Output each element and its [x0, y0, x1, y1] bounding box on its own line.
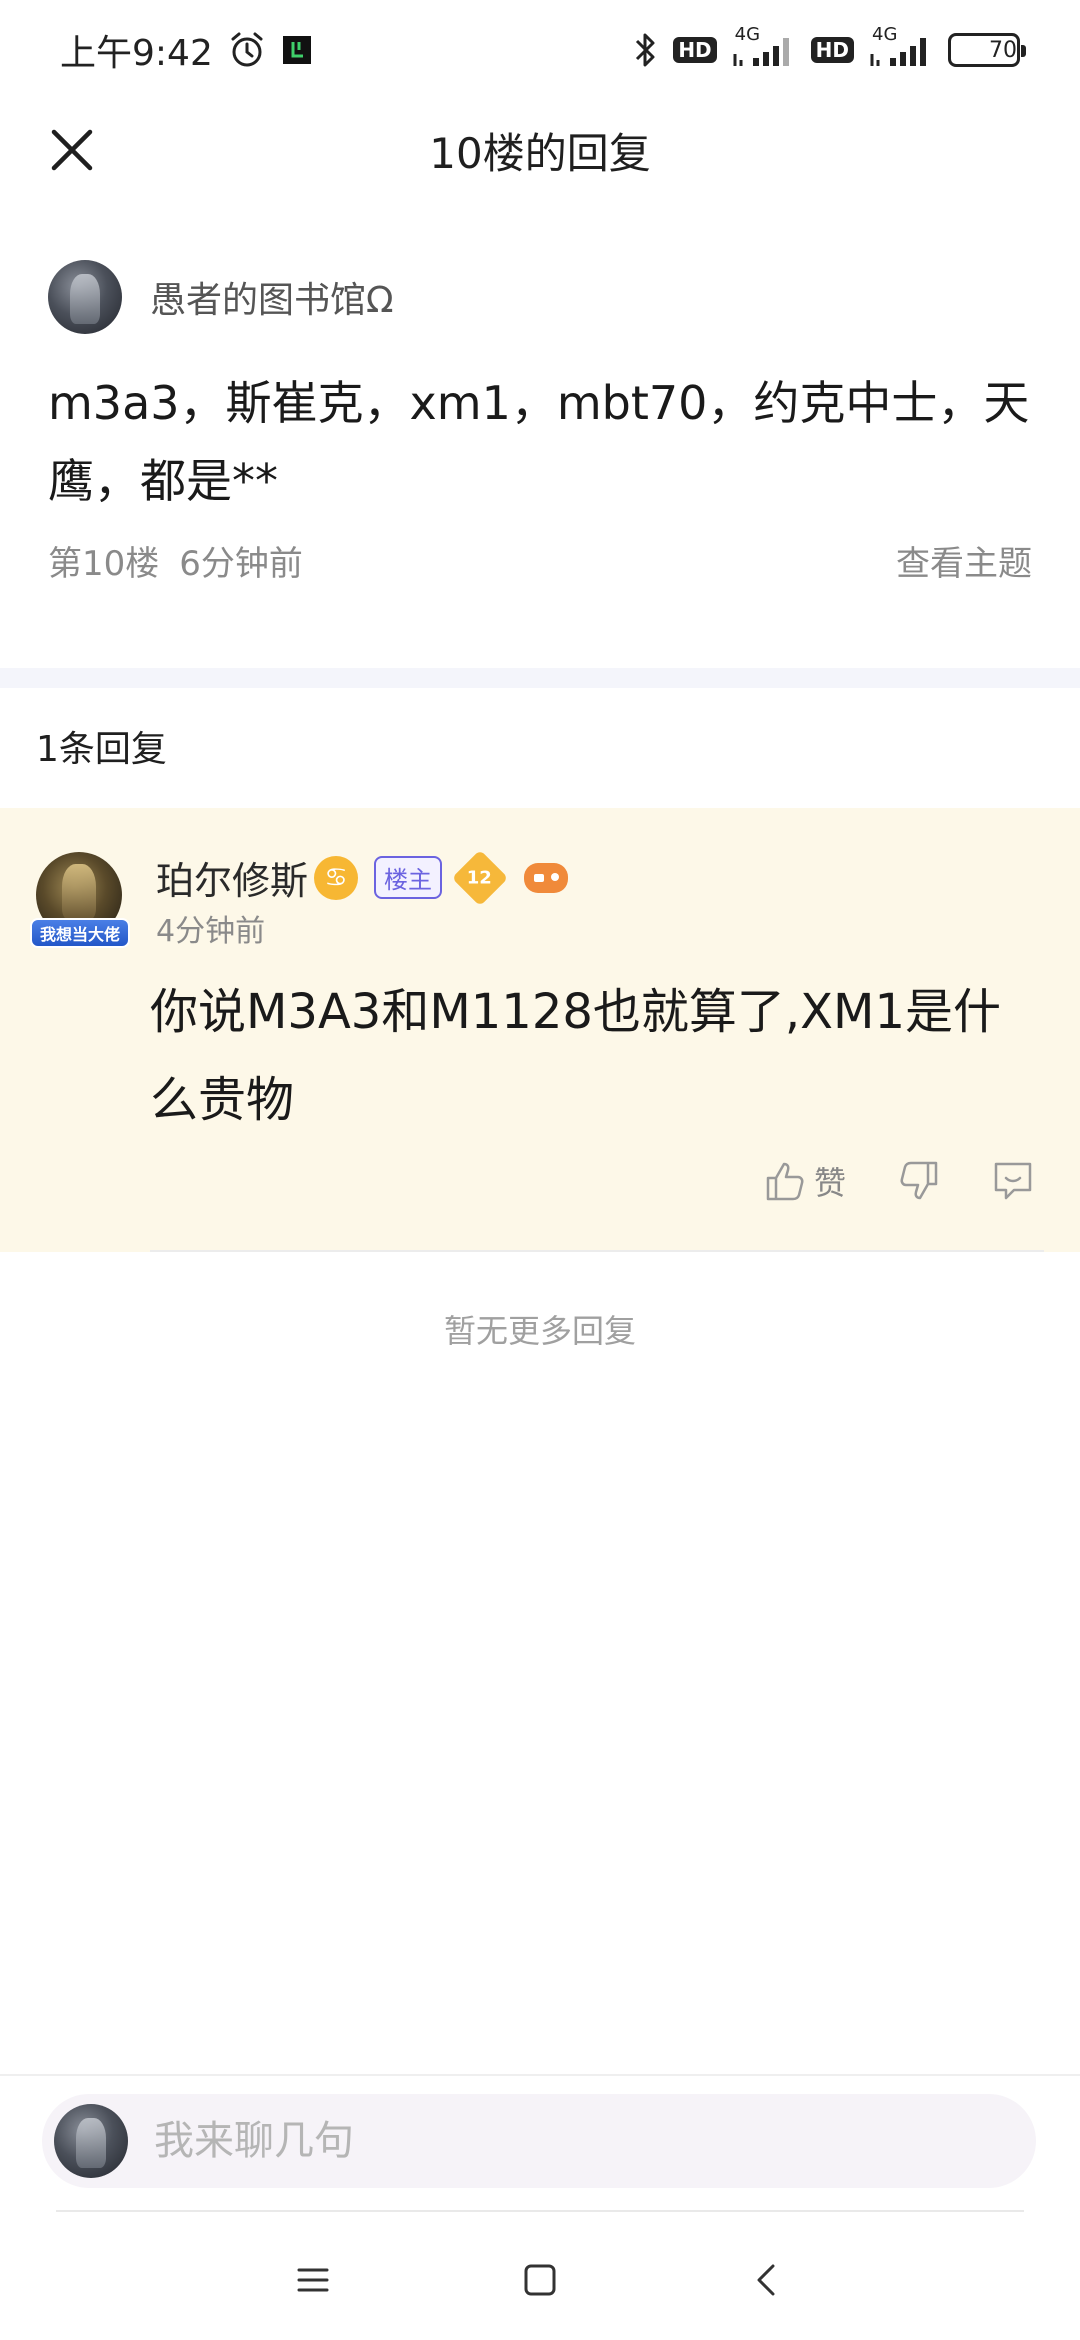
reply-item[interactable]: 我想当大佬 珀尔修斯 ♋ 楼主 12 4分钟前 你说M3A3和M1128也就算了…: [0, 808, 1080, 1252]
nav-divider: [56, 2210, 1024, 2212]
no-more-replies: 暂无更多回复: [443, 1312, 636, 1350]
thread-owner-badge: 楼主: [374, 856, 443, 899]
level-badge: 12: [451, 849, 509, 906]
status-bar-right: HD 4G HD 4G 70: [631, 24, 1026, 70]
comment-input-bar[interactable]: [42, 2094, 1036, 2188]
like-label: 赞: [813, 1164, 846, 1202]
post-meta: 第10楼 6分钟前 查看主题: [48, 536, 1032, 585]
page-title: 10楼的回复: [429, 128, 651, 178]
comment-icon: [994, 1162, 1032, 1200]
level-number: 12: [467, 867, 493, 888]
reply-actions: 赞: [764, 1158, 1036, 1204]
like-button[interactable]: 赞: [764, 1158, 846, 1204]
home-square-icon: [524, 2264, 556, 2296]
close-button[interactable]: [42, 120, 102, 180]
current-user-avatar: [54, 2104, 128, 2178]
status-bar: 上午9:42 HD 4G HD 4G 70: [0, 0, 1080, 100]
comment-input[interactable]: [152, 2117, 972, 2165]
network-type-1: 4G: [734, 24, 761, 45]
clock-time: 上午9:42: [60, 33, 213, 74]
hd-badge-2: HD: [810, 37, 854, 63]
hd-badge: HD: [673, 37, 717, 63]
reply-time: 4分钟前: [156, 914, 266, 949]
thumbs-down-icon: [900, 1161, 938, 1200]
input-divider: [0, 2074, 1080, 2076]
reply-author-name[interactable]: 珀尔修斯: [156, 850, 308, 905]
battery-indicator: 70: [948, 33, 1026, 67]
view-topic-link[interactable]: 查看主题: [896, 536, 1032, 585]
post-floor: 第10楼: [48, 544, 160, 584]
back-arrow-icon: [757, 2264, 775, 2296]
comment-button[interactable]: [990, 1158, 1036, 1204]
app-notification-icon: [281, 34, 313, 66]
avatar-banner: 我想当大佬: [30, 918, 130, 948]
page-header: 10楼的回复: [0, 100, 1080, 200]
reply-author-row: 珀尔修斯 ♋ 楼主 12: [156, 849, 569, 906]
close-icon: [51, 129, 93, 171]
post-content: m3a3，斯崔克，xm1，mbt70，约克中士，天鹰，都是**: [48, 376, 1030, 508]
gamepad-icon: [524, 862, 569, 893]
menu-icon: [297, 2268, 329, 2292]
status-bar-left: 上午9:42: [60, 24, 313, 76]
post-time: 6分钟前: [179, 544, 303, 584]
alarm-icon: [227, 30, 267, 70]
original-post: 愚者的图书馆Ω m3a3，斯崔克，xm1，mbt70，约克中士，天鹰，都是** …: [48, 260, 1032, 585]
reply-content: 你说M3A3和M1128也就算了,XM1是什么贵物: [150, 984, 1001, 1128]
menu-nav-button[interactable]: [283, 2250, 343, 2310]
post-author-row: 愚者的图书馆Ω: [48, 260, 1032, 334]
signal-icon-2: 4G: [868, 24, 934, 70]
bluetooth-icon: [631, 30, 659, 70]
post-author-name[interactable]: 愚者的图书馆Ω: [150, 271, 394, 323]
home-nav-button[interactable]: [510, 2250, 570, 2310]
section-divider: [0, 668, 1080, 688]
thumbs-up-icon: [766, 1162, 804, 1201]
signal-icon: 4G: [731, 24, 797, 70]
network-type-2: 4G: [872, 24, 898, 45]
battery-level: 70: [989, 37, 1017, 63]
reply-count: 1条回复: [36, 729, 167, 770]
dislike-button[interactable]: [896, 1159, 940, 1203]
reply-divider: [150, 1250, 1044, 1252]
system-nav-bar: [0, 2220, 1080, 2340]
post-author-avatar[interactable]: [48, 260, 122, 334]
zodiac-cancer-icon: ♋: [314, 855, 359, 900]
back-nav-button[interactable]: [737, 2250, 797, 2310]
